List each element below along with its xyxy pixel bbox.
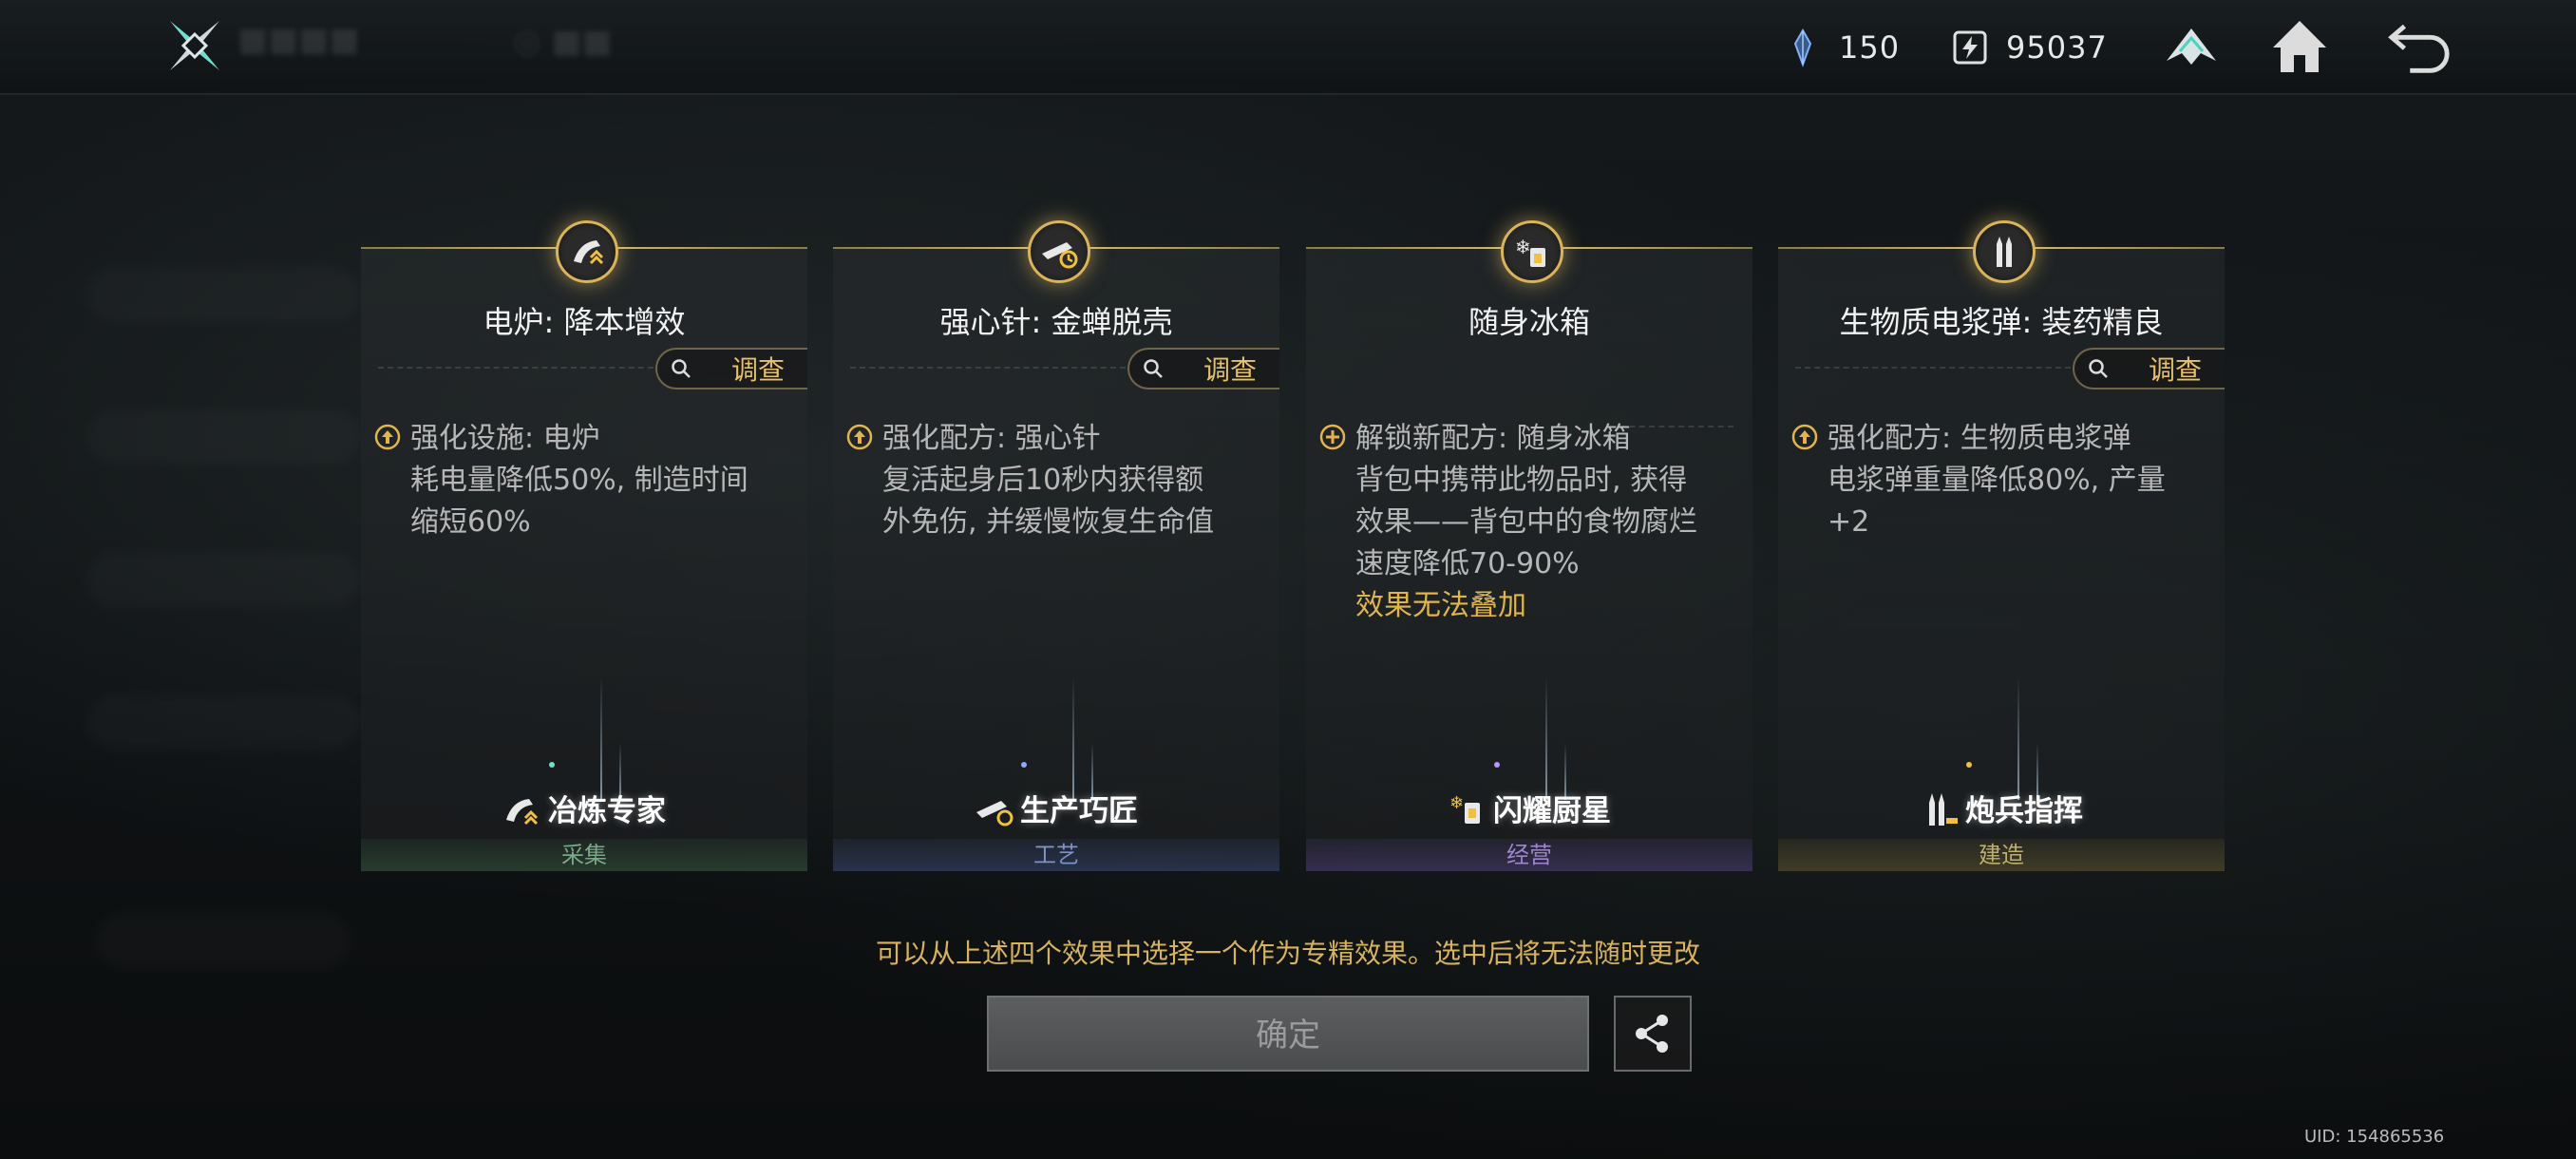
effect-line: 缩短60% — [410, 505, 531, 539]
unlock-plus-icon — [1319, 424, 1346, 450]
investigate-label: 调查 — [731, 354, 786, 386]
category-label: 采集 — [361, 839, 807, 871]
effect-warning: 效果无法叠加 — [1355, 589, 1526, 622]
blurred-header-text: ■■■■ — [237, 21, 360, 59]
crystal-count: 150 — [1839, 29, 1901, 66]
share-icon — [1636, 1015, 1668, 1053]
effect-card-4[interactable]: 生物质电浆弹: 装药精良 调查 强化配方: 生物质电浆弹 电浆弹重量降低80%,… — [1778, 220, 2225, 871]
crystal-shard-icon — [1793, 28, 1812, 67]
effect-label: 强化配方: 强心针 — [882, 422, 1101, 455]
effect-label: 强化设施: 电炉 — [410, 422, 600, 455]
effect-label: 解锁新配方: 随身冰箱 — [1355, 422, 1631, 455]
card-title: 随身冰箱 — [1468, 304, 1590, 340]
share-button[interactable] — [1614, 996, 1692, 1072]
ammo-badge-icon — [1973, 220, 2036, 283]
card-title: 电炉: 降本增效 — [483, 304, 686, 340]
effect-line: 复活起身后10秒内获得额 — [882, 464, 1204, 497]
effect-description: 强化设施: 电炉 耗电量降低50%, 制造时间 缩短60% — [374, 418, 792, 543]
resource-crystal: 150 — [1782, 21, 1900, 74]
effect-description: 解锁新配方: 随身冰箱 背包中携带此物品时, 获得 效果——背包中的食物腐烂 速… — [1319, 418, 1737, 627]
effect-description: 强化配方: 强心针 复活起身后10秒内获得额 外免伤, 并缓慢恢复生命值 — [846, 418, 1264, 543]
effect-line: 速度降低70-90% — [1355, 547, 1580, 580]
smelting-expert-icon — [506, 798, 539, 825]
energy-count: 95037 — [2006, 29, 2108, 66]
effect-card-3[interactable]: ❄ 随身冰箱 解锁新配方: 随身冰箱 背包中携带此物品时, 获得 效果——背包中… — [1306, 220, 1752, 871]
top-bar: ■■■■ ◎ ■■ 150 95037 — [0, 0, 2576, 95]
upgrade-icon — [846, 424, 873, 450]
category-label: 建造 — [1778, 839, 2225, 871]
specialization-name: 冶炼专家 — [548, 794, 666, 828]
specialization: 生产巧匠 — [833, 787, 1279, 829]
production-craftsman-icon — [976, 800, 1013, 826]
game-logo-icon[interactable] — [166, 17, 223, 74]
home-button[interactable] — [2266, 13, 2333, 80]
blurred-background-panel — [0, 124, 361, 1074]
effect-card-1[interactable]: 电炉: 降本增效 调查 强化设施: 电炉 耗电量降低50%, 制造时间 缩短60… — [361, 220, 807, 871]
stimulant-badge-icon — [1028, 220, 1090, 283]
search-icon — [672, 359, 691, 378]
investigate-label: 调查 — [2149, 354, 2203, 386]
blurred-header-text-2: ◎ ■■ — [513, 23, 613, 61]
resource-energy: 95037 — [1949, 21, 2108, 74]
card-title: 生物质电浆弹: 装药精良 — [1839, 304, 2164, 340]
faction-emblem-button[interactable] — [2158, 13, 2225, 80]
specialization-name: 炮兵指挥 — [1965, 794, 2083, 828]
effect-line: +2 — [1828, 505, 1870, 539]
back-arrow-icon — [2388, 24, 2450, 73]
investigate-label: 调查 — [1203, 354, 1258, 386]
faction-emblem-icon — [2167, 28, 2216, 65]
specialization-name: 生产巧匠 — [1020, 794, 1138, 828]
cooler-badge-icon: ❄ — [1501, 220, 1563, 283]
artillery-commander-icon — [1929, 792, 1958, 826]
home-icon — [2273, 21, 2326, 72]
effect-line: 耗电量降低50%, 制造时间 — [410, 464, 748, 497]
effect-line: 电浆弹重量降低80%, 产量 — [1828, 464, 2166, 497]
investigate-button[interactable]: 调查 — [2073, 348, 2225, 390]
upgrade-icon — [1791, 424, 1818, 450]
specialization-name: 闪耀厨星 — [1493, 794, 1611, 828]
selection-hint: 可以从上述四个效果中选择一个作为专精效果。选中后将无法随时更改 — [875, 938, 1700, 969]
svg-text:❄: ❄ — [1449, 793, 1464, 813]
upgrade-icon — [374, 424, 401, 450]
shining-chef-icon: ❄ — [1449, 793, 1480, 824]
search-icon — [2089, 359, 2108, 378]
investigate-button[interactable]: 调查 — [1127, 348, 1279, 390]
effect-card-2[interactable]: 强心针: 金蝉脱壳 调查 强化配方: 强心针 复活起身后10秒内获得额 外免伤,… — [833, 220, 1279, 871]
effect-label: 强化配方: 生物质电浆弹 — [1828, 422, 2131, 455]
effect-line: 外免伤, 并缓慢恢复生命值 — [882, 505, 1215, 539]
category-label: 工艺 — [833, 839, 1279, 871]
svg-text:❄: ❄ — [1515, 236, 1531, 258]
specialization: 炮兵指挥 — [1778, 787, 2225, 829]
user-id: UID: 154865536 — [2304, 1127, 2445, 1147]
furnace-badge-icon — [556, 220, 618, 283]
investigate-button[interactable]: 调查 — [655, 348, 807, 390]
effect-description: 强化配方: 生物质电浆弹 电浆弹重量降低80%, 产量 +2 — [1791, 418, 2209, 543]
confirm-button[interactable]: 确定 — [987, 996, 1589, 1072]
card-title: 强心针: 金蝉脱壳 — [939, 304, 1173, 340]
category-label: 经营 — [1306, 839, 1752, 871]
effect-line: 效果——背包中的食物腐烂 — [1355, 505, 1697, 539]
search-icon — [1144, 359, 1163, 378]
specialization: ❄ 闪耀厨星 — [1306, 787, 1752, 829]
energy-cell-icon — [1953, 30, 1987, 65]
back-button[interactable] — [2386, 13, 2453, 80]
effect-line: 背包中携带此物品时, 获得 — [1355, 464, 1688, 497]
specialization: 冶炼专家 — [361, 787, 807, 829]
